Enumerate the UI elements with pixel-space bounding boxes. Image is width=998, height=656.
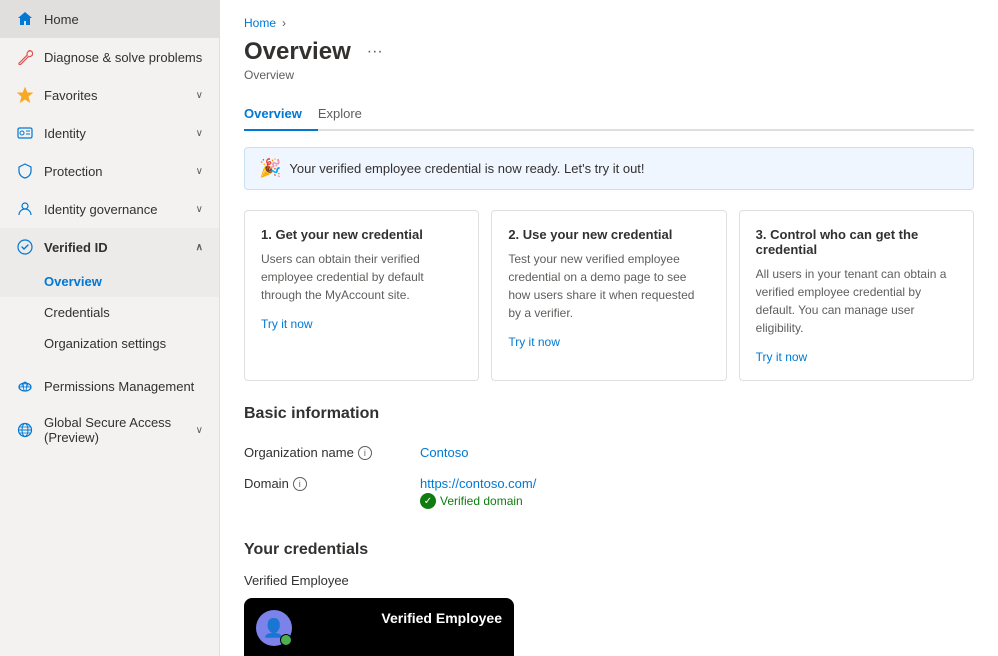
sidebar-item-identity-governance[interactable]: Identity governance ∨ bbox=[0, 190, 219, 228]
domain-url-link[interactable]: https://contoso.com/ bbox=[420, 476, 536, 491]
main-content: Home › Overview ··· Overview Overview Ex… bbox=[220, 0, 998, 656]
credential-ready-banner: 🎉 Your verified employee credential is n… bbox=[244, 147, 974, 190]
credential-card-inner: 👤 Verified Employee Contoso bbox=[244, 598, 514, 656]
sidebar-item-home[interactable]: Home bbox=[0, 0, 219, 38]
sidebar-item-permissions-label: Permissions Management bbox=[44, 379, 194, 394]
banner-text: Your verified employee credential is now… bbox=[289, 161, 644, 176]
step-card-3: 3. Control who can get the credential Al… bbox=[739, 210, 974, 381]
step-card-1: 1. Get your new credential Users can obt… bbox=[244, 210, 479, 381]
chevron-down-icon: ∨ bbox=[196, 128, 203, 139]
verified-check-icon: ✓ bbox=[420, 493, 436, 509]
sidebar-item-verified-id-label: Verified ID bbox=[44, 240, 108, 255]
sidebar: Home Diagnose & solve problems Favorites… bbox=[0, 0, 220, 656]
chevron-down-icon: ∨ bbox=[196, 90, 203, 101]
verified-id-icon bbox=[16, 238, 34, 256]
credential-type-label: Verified Employee bbox=[244, 573, 974, 588]
sidebar-item-protection[interactable]: Protection ∨ bbox=[0, 152, 219, 190]
avatar-status-dot bbox=[280, 634, 292, 646]
sidebar-item-diagnose-label: Diagnose & solve problems bbox=[44, 50, 202, 65]
sidebar-item-identity-label: Identity bbox=[44, 126, 86, 141]
card-2-link[interactable]: Try it now bbox=[508, 335, 560, 349]
credentials-section: Your credentials Verified Employee 👤 Ver… bbox=[244, 541, 974, 656]
chevron-down-icon: ∨ bbox=[196, 204, 203, 215]
basic-info-section-title: Basic information bbox=[244, 405, 974, 423]
card-3-link[interactable]: Try it now bbox=[756, 350, 808, 364]
card-1-link[interactable]: Try it now bbox=[261, 317, 313, 331]
org-name-value: Contoso bbox=[420, 445, 468, 460]
credentials-section-title: Your credentials bbox=[244, 541, 974, 559]
card-1-body: Users can obtain their verified employee… bbox=[261, 250, 462, 304]
sidebar-item-identity-governance-label: Identity governance bbox=[44, 202, 157, 217]
governance-icon bbox=[16, 200, 34, 218]
verified-domain-badge: ✓ Verified domain bbox=[420, 493, 536, 509]
breadcrumb-home[interactable]: Home bbox=[244, 16, 276, 30]
tab-explore[interactable]: Explore bbox=[318, 98, 378, 131]
card-2-title: 2. Use your new credential bbox=[508, 227, 709, 242]
chevron-down-icon: ∨ bbox=[196, 425, 203, 436]
step-cards: 1. Get your new credential Users can obt… bbox=[244, 210, 974, 381]
sidebar-sub-item-org-settings[interactable]: Organization settings bbox=[0, 328, 219, 359]
chevron-up-icon: ∧ bbox=[196, 242, 203, 253]
card-3-body: All users in your tenant can obtain a ve… bbox=[756, 265, 957, 337]
page-header: Overview ··· bbox=[244, 38, 974, 66]
more-options-button[interactable]: ··· bbox=[361, 41, 389, 63]
sidebar-sub-item-overview[interactable]: Overview bbox=[0, 266, 219, 297]
breadcrumb-separator: › bbox=[282, 16, 286, 30]
org-name-link[interactable]: Contoso bbox=[420, 445, 468, 460]
credential-avatar: 👤 bbox=[256, 610, 292, 646]
domain-value: https://contoso.com/ ✓ Verified domain bbox=[420, 476, 536, 509]
breadcrumb: Home › bbox=[244, 16, 974, 30]
sidebar-item-identity[interactable]: Identity ∨ bbox=[0, 114, 219, 152]
verified-domain-text: Verified domain bbox=[440, 494, 523, 508]
chevron-down-icon: ∨ bbox=[196, 166, 203, 177]
domain-label: Domain i bbox=[244, 476, 404, 491]
sidebar-item-global-secure[interactable]: Global Secure Access (Preview) ∨ bbox=[0, 405, 219, 455]
tabs: Overview Explore bbox=[244, 98, 974, 131]
cloud-icon bbox=[16, 377, 34, 395]
basic-info-table: Organization name i Contoso Domain i htt… bbox=[244, 437, 974, 517]
card-3-title: 3. Control who can get the credential bbox=[756, 227, 957, 257]
domain-row: Domain i https://contoso.com/ ✓ Verified… bbox=[244, 468, 974, 517]
card-2-body: Test your new verified employee credenti… bbox=[508, 250, 709, 322]
domain-info-icon: i bbox=[293, 477, 307, 491]
home-icon bbox=[16, 10, 34, 28]
card-1-title: 1. Get your new credential bbox=[261, 227, 462, 242]
org-name-info-icon: i bbox=[358, 446, 372, 460]
org-name-label: Organization name i bbox=[244, 445, 404, 460]
sidebar-item-verified-id[interactable]: Verified ID ∧ bbox=[0, 228, 219, 266]
sidebar-item-favorites[interactable]: Favorites ∨ bbox=[0, 76, 219, 114]
page-subtitle: Overview bbox=[244, 68, 974, 82]
sidebar-sub-item-credentials-label: Credentials bbox=[44, 305, 110, 320]
identity-icon bbox=[16, 124, 34, 142]
banner-icon: 🎉 bbox=[259, 158, 281, 179]
star-icon bbox=[16, 86, 34, 104]
sidebar-item-favorites-label: Favorites bbox=[44, 88, 97, 103]
tab-overview[interactable]: Overview bbox=[244, 98, 318, 131]
sidebar-item-diagnose[interactable]: Diagnose & solve problems bbox=[0, 38, 219, 76]
credential-card-top: 👤 Verified Employee bbox=[256, 610, 502, 646]
credential-card: 👤 Verified Employee Contoso bbox=[244, 598, 514, 656]
sidebar-sub-item-overview-label: Overview bbox=[44, 274, 102, 289]
globe-icon bbox=[16, 421, 34, 439]
org-name-row: Organization name i Contoso bbox=[244, 437, 974, 468]
sidebar-item-global-secure-label: Global Secure Access (Preview) bbox=[44, 415, 186, 445]
sidebar-sub-item-credentials[interactable]: Credentials bbox=[0, 297, 219, 328]
step-card-2: 2. Use your new credential Test your new… bbox=[491, 210, 726, 381]
wrench-icon bbox=[16, 48, 34, 66]
sidebar-item-protection-label: Protection bbox=[44, 164, 103, 179]
page-title: Overview bbox=[244, 38, 351, 66]
sidebar-item-permissions[interactable]: Permissions Management bbox=[0, 367, 219, 405]
shield-icon bbox=[16, 162, 34, 180]
credential-card-name: Verified Employee bbox=[381, 610, 502, 626]
sidebar-sub-item-org-settings-label: Organization settings bbox=[44, 336, 166, 351]
sidebar-item-home-label: Home bbox=[44, 12, 79, 27]
